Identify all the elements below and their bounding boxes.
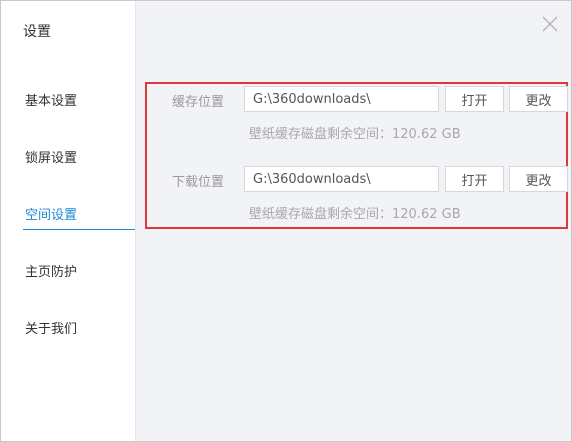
sidebar-item-about-us[interactable]: 关于我们 [1,307,135,364]
cache-location-label: 缓存位置 [172,95,225,110]
cache-change-button[interactable]: 更改 [509,86,568,112]
sidebar-nav: 基本设置 锁屏设置 空间设置 主页防护 关于我们 [1,79,135,364]
cache-space-info: 壁纸缓存磁盘剩余空间：120.62 GB [249,127,461,142]
cache-open-button[interactable]: 打开 [445,86,504,112]
sidebar-item-homepage-protection[interactable]: 主页防护 [1,250,135,307]
close-icon [542,16,558,32]
close-button[interactable] [539,13,561,35]
download-path-input[interactable] [244,166,439,192]
settings-window: 设置 基本设置 锁屏设置 空间设置 主页防护 关于我们 缓存位置 G:\360d… [0,0,572,442]
download-open-button[interactable]: 打开 [445,166,504,192]
sidebar-item-label: 锁屏设置 [25,151,78,166]
sidebar-item-label: 关于我们 [25,322,78,337]
sidebar-title: 设置 [23,24,51,40]
cache-path-input[interactable] [244,86,439,112]
download-location-label: 下载位置 [172,175,225,190]
sidebar-item-label: 主页防护 [25,265,78,280]
sidebar: 设置 基本设置 锁屏设置 空间设置 主页防护 关于我们 [1,1,136,441]
download-change-button[interactable]: 更改 [509,166,568,192]
download-space-info: 壁纸缓存磁盘剩余空间：120.62 GB [249,207,461,222]
sidebar-item-label: 基本设置 [25,94,78,109]
sidebar-item-label: 空间设置 [25,208,78,223]
sidebar-item-basic-settings[interactable]: 基本设置 [1,79,135,136]
sidebar-item-space-settings[interactable]: 空间设置 [1,193,135,250]
sidebar-item-lockscreen-settings[interactable]: 锁屏设置 [1,136,135,193]
